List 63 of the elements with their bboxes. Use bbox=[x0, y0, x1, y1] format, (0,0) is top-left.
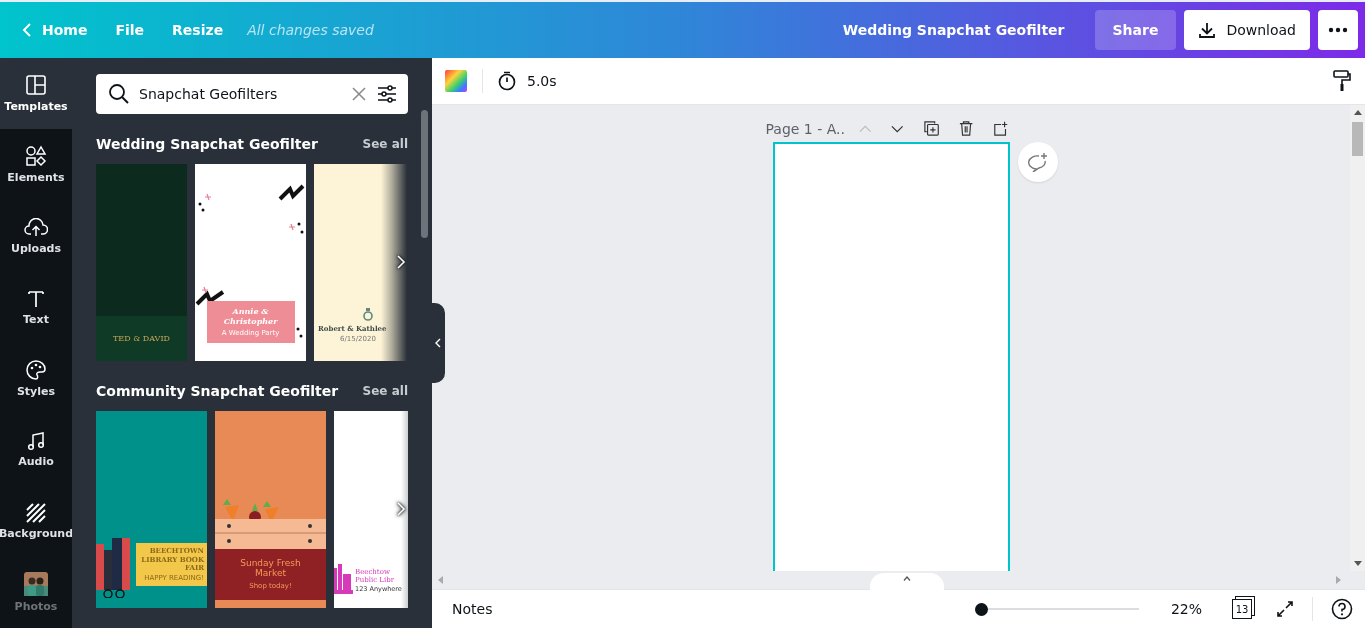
paint-roller-icon[interactable] bbox=[1333, 70, 1351, 92]
shapes-icon bbox=[25, 145, 47, 168]
sidebar-item[interactable]: Text bbox=[0, 271, 72, 343]
section-title: Community Snapchat Geofilter bbox=[96, 383, 339, 399]
page-title[interactable]: Page 1 - A.. bbox=[765, 120, 845, 137]
sidebar-item[interactable]: Audio bbox=[0, 414, 72, 486]
page-count-button[interactable]: 13 bbox=[1232, 599, 1252, 619]
scrollbar-thumb[interactable] bbox=[1352, 122, 1363, 156]
palette-icon bbox=[25, 359, 47, 382]
download-icon bbox=[1198, 21, 1217, 39]
ring-icon bbox=[362, 306, 374, 321]
scrollbar[interactable] bbox=[1350, 105, 1365, 571]
filter-icon[interactable] bbox=[377, 85, 397, 103]
chevron-up-icon bbox=[903, 576, 911, 581]
search-icon bbox=[108, 83, 130, 105]
fullscreen-icon[interactable] bbox=[1276, 600, 1294, 618]
trash-icon[interactable] bbox=[959, 120, 974, 137]
duration-button[interactable]: 5.0s bbox=[497, 71, 557, 91]
sidebar-item[interactable]: Styles bbox=[0, 343, 72, 415]
color-picker-icon[interactable] bbox=[444, 69, 468, 93]
text-icon bbox=[26, 288, 46, 309]
chevron-up-icon bbox=[858, 124, 872, 133]
sidebar-item[interactable]: Background bbox=[0, 485, 72, 557]
notes-button[interactable]: Notes bbox=[452, 601, 493, 617]
search-field[interactable]: Snapchat Geofilters bbox=[96, 74, 408, 114]
add-page-icon[interactable] bbox=[993, 120, 1009, 137]
sidebar-item[interactable]: Uploads bbox=[0, 200, 72, 272]
scroll-down-icon[interactable] bbox=[1353, 561, 1362, 566]
share-button[interactable]: Share bbox=[1094, 10, 1177, 50]
hatch-icon bbox=[26, 502, 46, 523]
chevron-down-icon[interactable] bbox=[891, 124, 904, 133]
layout-icon bbox=[25, 74, 47, 97]
scrollbar[interactable] bbox=[421, 110, 428, 238]
see-all-link[interactable]: See all bbox=[362, 137, 408, 151]
cloud-upload-icon bbox=[24, 217, 48, 238]
chevron-left-icon bbox=[435, 338, 441, 348]
section-title: Wedding Snapchat Geofilter bbox=[96, 136, 318, 152]
see-all-link[interactable]: See all bbox=[362, 384, 408, 398]
zoom-reading[interactable]: 22% bbox=[1170, 601, 1202, 617]
more-button[interactable] bbox=[1318, 10, 1358, 50]
music-note-icon bbox=[26, 431, 46, 452]
slider-thumb[interactable] bbox=[974, 602, 988, 616]
more-icon bbox=[1328, 27, 1348, 33]
sidebar-item[interactable]: Photos bbox=[0, 556, 72, 628]
comment-add-icon bbox=[1026, 152, 1049, 172]
help-icon[interactable] bbox=[1331, 598, 1353, 620]
thumbnail-text: TED & DAVID bbox=[113, 334, 170, 343]
sidebar-item[interactable]: Templates bbox=[0, 58, 72, 130]
collapse-panel-handle[interactable] bbox=[431, 303, 445, 383]
save-status: All changes saved bbox=[247, 22, 374, 38]
template-thumbnail[interactable]: TED & DAVID bbox=[96, 164, 187, 361]
thumbnail-text: Annie & Christopher bbox=[222, 307, 279, 327]
scroll-up-icon[interactable] bbox=[1353, 110, 1362, 115]
back-chevron-icon bbox=[22, 22, 32, 38]
thumbnail-text: Sunday Fresh Market bbox=[239, 558, 302, 579]
duplicate-icon[interactable] bbox=[923, 120, 940, 137]
clear-icon[interactable] bbox=[352, 87, 366, 101]
sidebar-item[interactable]: Elements bbox=[0, 129, 72, 201]
design-title[interactable]: Wedding Snapchat Geofilter bbox=[842, 22, 1065, 38]
download-button[interactable]: Download bbox=[1184, 10, 1310, 50]
add-comment-button[interactable] bbox=[1017, 142, 1058, 182]
books-drawing bbox=[334, 564, 353, 594]
timer-icon bbox=[497, 71, 517, 91]
